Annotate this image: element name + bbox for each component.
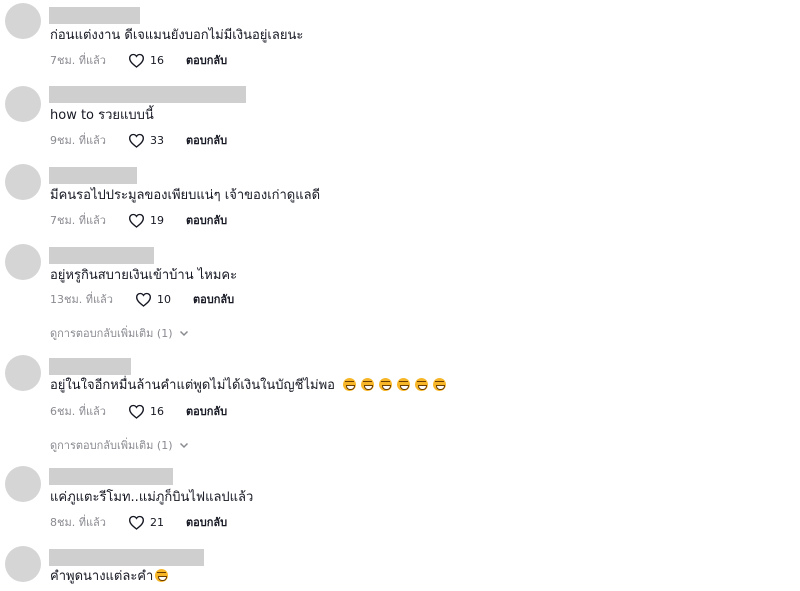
comment-time: 13ชม. ที่แล้ว bbox=[50, 293, 113, 306]
reply-button[interactable]: ตอบกลับ bbox=[186, 402, 227, 420]
grinning-face-emoji bbox=[432, 378, 446, 391]
username-redacted[interactable] bbox=[49, 358, 131, 375]
username-redacted[interactable] bbox=[49, 549, 204, 566]
grinning-face-emoji bbox=[360, 378, 374, 391]
chevron-down-icon bbox=[179, 328, 189, 338]
view-more-replies[interactable]: ดูการตอบกลับเพิ่มเติม (1) bbox=[50, 436, 189, 454]
comment-time: 6ชม. ที่แล้ว bbox=[50, 405, 106, 418]
comment-meta: 7ชม. ที่แล้ว 16 ตอบกลับ bbox=[50, 51, 227, 69]
comment-time: 7ชม. ที่แล้ว bbox=[50, 214, 106, 227]
heart-outline-icon[interactable] bbox=[128, 53, 145, 68]
reply-button[interactable]: ตอบกลับ bbox=[186, 131, 227, 149]
avatar[interactable] bbox=[5, 546, 41, 582]
heart-outline-icon[interactable] bbox=[128, 404, 145, 419]
view-more-replies-label: ดูการตอบกลับเพิ่มเติม (1) bbox=[50, 439, 173, 452]
comment-text: มีคนรอไปประมูลของเพียบแน่ๆ เจ้าของเก่าดู… bbox=[50, 188, 321, 203]
view-more-replies-label: ดูการตอบกลับเพิ่มเติม (1) bbox=[50, 327, 173, 340]
heart-outline-icon[interactable] bbox=[128, 213, 145, 228]
reply-button[interactable]: ตอบกลับ bbox=[186, 51, 227, 69]
comment-text-body: อยู่ในใจอีกหมื่นล้านคำแต่พูดไม่ได้เงินใน… bbox=[50, 378, 335, 393]
avatar[interactable] bbox=[5, 164, 41, 200]
comment-time: 9ชม. ที่แล้ว bbox=[50, 134, 106, 147]
comment-meta: 7ชม. ที่แล้ว 19 ตอบกลับ bbox=[50, 211, 227, 229]
comment-text: แค่ภูแตะรีโมท..แม่ภูก็บินไฟแลปแล้ว bbox=[50, 490, 254, 505]
like-count: 16 bbox=[149, 53, 164, 67]
heart-outline-icon[interactable] bbox=[128, 133, 145, 148]
comment-meta: 8ชม. ที่แล้ว 21 ตอบกลับ bbox=[50, 513, 227, 531]
username-redacted[interactable] bbox=[49, 247, 154, 264]
like-count: 21 bbox=[149, 515, 164, 529]
username-redacted[interactable] bbox=[49, 86, 246, 103]
comment-text: how to รวยแบบนี้ bbox=[50, 108, 154, 123]
avatar[interactable] bbox=[5, 466, 41, 502]
chevron-down-icon bbox=[179, 440, 189, 450]
grinning-face-emoji bbox=[378, 378, 392, 391]
heart-outline-icon[interactable] bbox=[135, 292, 152, 307]
comment-meta: 9ชม. ที่แล้ว 33 ตอบกลับ bbox=[50, 131, 227, 149]
reply-button[interactable]: ตอบกลับ bbox=[193, 290, 234, 308]
username-redacted[interactable] bbox=[49, 7, 140, 24]
avatar[interactable] bbox=[5, 244, 41, 280]
grinning-face-emoji bbox=[155, 569, 169, 582]
grinning-face-emoji bbox=[414, 378, 428, 391]
like-count: 16 bbox=[149, 404, 164, 418]
reply-button[interactable]: ตอบกลับ bbox=[186, 211, 227, 229]
comment-meta: 13ชม. ที่แล้ว 10 ตอบกลับ bbox=[50, 290, 234, 308]
comment-meta: 6ชม. ที่แล้ว 16 ตอบกลับ bbox=[50, 402, 227, 420]
like-count: 33 bbox=[149, 133, 164, 147]
heart-outline-icon[interactable] bbox=[128, 515, 145, 530]
comment-time: 8ชม. ที่แล้ว bbox=[50, 516, 106, 529]
username-redacted[interactable] bbox=[49, 167, 137, 184]
reply-button[interactable]: ตอบกลับ bbox=[186, 513, 227, 531]
comment-text: คำพูดนางแต่ละคำ bbox=[50, 568, 169, 586]
comment-time: 7ชม. ที่แล้ว bbox=[50, 54, 106, 67]
grinning-face-emoji bbox=[342, 378, 356, 391]
username-redacted[interactable] bbox=[49, 468, 173, 485]
comment-text: อยู่ในใจอีกหมื่นล้านคำแต่พูดไม่ได้เงินใน… bbox=[50, 377, 446, 395]
comment-text-body: คำพูดนางแต่ละคำ bbox=[50, 569, 154, 584]
avatar[interactable] bbox=[5, 355, 41, 391]
like-count: 19 bbox=[149, 213, 164, 227]
view-more-replies[interactable]: ดูการตอบกลับเพิ่มเติม (1) bbox=[50, 324, 189, 342]
grinning-face-emoji bbox=[396, 378, 410, 391]
avatar[interactable] bbox=[5, 86, 41, 122]
like-count: 10 bbox=[156, 292, 171, 306]
comment-text: ก่อนแต่งงาน ดีเจแมนยังบอกไม่มีเงินอยู่เล… bbox=[50, 28, 304, 43]
avatar[interactable] bbox=[5, 3, 41, 39]
comment-text: อยู่หรูกินสบายเงินเข้าบ้าน ไหมคะ bbox=[50, 268, 238, 283]
